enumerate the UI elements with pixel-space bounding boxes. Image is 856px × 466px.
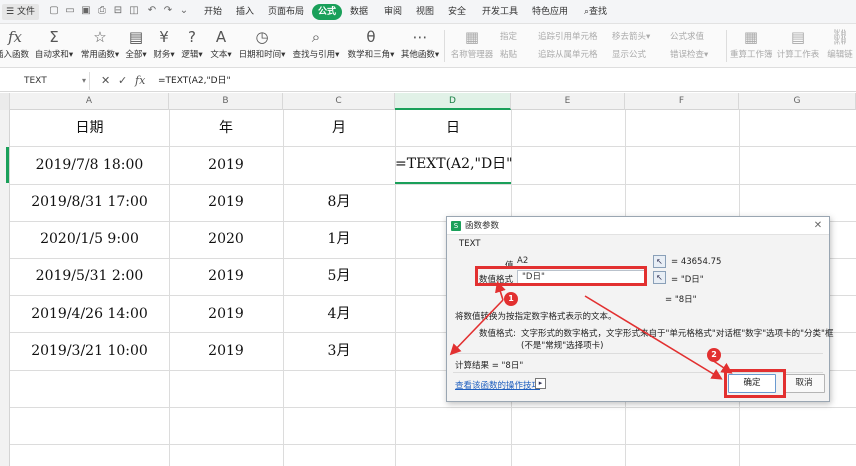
annotation-badge-1: 1	[504, 292, 518, 306]
arrow-1b	[495, 280, 506, 301]
arrow-2a	[584, 295, 723, 380]
annotation-arrows	[449, 280, 733, 380]
annotation-badge-2: 2	[707, 348, 721, 362]
arrow-1a	[449, 299, 504, 356]
